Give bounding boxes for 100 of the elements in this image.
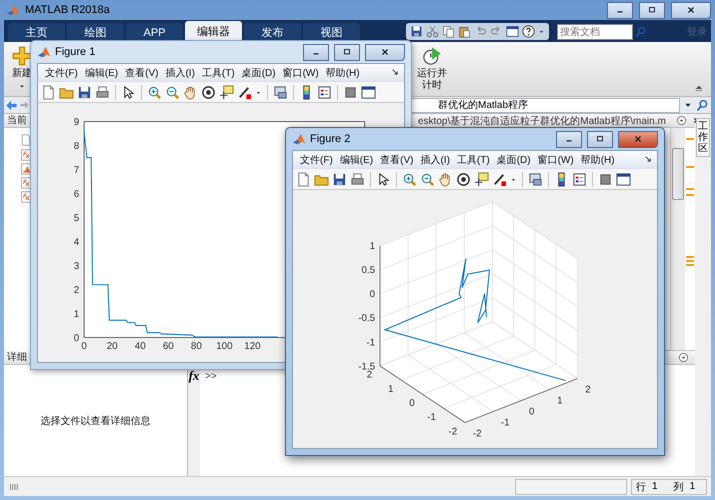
menu-item[interactable]: 编辑(E) [336, 152, 376, 166]
close-button[interactable] [365, 44, 405, 60]
save-icon[interactable] [410, 25, 423, 38]
tick-label: 0.5 [362, 265, 376, 276]
run-and-time-button[interactable]: 运行并计时 [417, 46, 447, 92]
tick-label: 80 [190, 341, 202, 352]
search-icon[interactable] [696, 98, 709, 112]
new-file-icon[interactable] [296, 172, 311, 186]
brush-icon[interactable] [492, 172, 507, 186]
maximize-icon [595, 134, 605, 144]
tick-label: -1 [500, 417, 510, 428]
menu-item[interactable]: 桌面(D) [238, 66, 279, 80]
menu-item[interactable]: 帮助(H) [322, 66, 363, 80]
window-icon[interactable] [506, 25, 519, 38]
copy-icon[interactable] [442, 25, 455, 38]
peak-logo-icon [292, 132, 306, 146]
menu-item[interactable]: 工具(T) [454, 152, 493, 166]
menu-item[interactable]: 工具(T) [198, 66, 238, 80]
close-button[interactable] [671, 2, 711, 18]
tick-label: 1 [388, 384, 394, 395]
rotate-icon[interactable] [201, 84, 216, 100]
menu-item[interactable]: 窗口(W) [534, 152, 577, 166]
help-icon[interactable] [522, 25, 535, 38]
save-icon[interactable] [77, 84, 92, 100]
paste-icon[interactable] [458, 25, 471, 38]
tick-label: -1 [427, 412, 436, 424]
tick-label: 4 [74, 236, 80, 248]
function-file-icon[interactable] [20, 177, 32, 189]
brush-icon[interactable] [237, 84, 252, 100]
circle-caret-icon[interactable] [676, 115, 687, 126]
figure-file-icon[interactable] [20, 163, 32, 175]
tick-label: -0.5 [358, 313, 376, 324]
zoom-in-icon[interactable] [402, 172, 417, 186]
minimize-button[interactable] [303, 44, 329, 60]
save-icon[interactable] [332, 172, 347, 186]
function-file-icon[interactable] [20, 191, 32, 203]
collapse-icon[interactable] [693, 83, 705, 93]
linked-plot-icon[interactable] [273, 84, 288, 100]
close-icon [633, 134, 643, 144]
tick-label: 2 [585, 384, 591, 396]
menu-item[interactable]: 编辑(E) [82, 66, 122, 80]
data-cursor-icon[interactable] [474, 172, 489, 186]
close-button[interactable] [618, 130, 658, 148]
maximize-button[interactable] [334, 44, 360, 60]
close-icon [380, 47, 390, 57]
column-number: 1 [690, 481, 696, 492]
rotate-icon[interactable] [456, 172, 471, 186]
legend-icon[interactable] [572, 172, 587, 186]
maximize-button[interactable] [639, 2, 665, 18]
minimize-button[interactable] [556, 130, 582, 148]
tick-label: 0 [81, 341, 87, 352]
zoom-out-icon[interactable] [165, 84, 180, 100]
square-icon[interactable] [343, 84, 358, 100]
printer-icon[interactable] [95, 84, 110, 100]
details-message: 选择文件以查看详细信息 [40, 414, 150, 428]
menu-item[interactable]: 文件(F) [297, 152, 336, 166]
menu-item[interactable]: 桌面(D) [494, 152, 534, 166]
scrollbar[interactable] [670, 128, 685, 350]
new-file-icon[interactable] [41, 84, 56, 100]
menu-item[interactable]: 查看(V) [122, 66, 162, 80]
tick-label: -2 [448, 426, 458, 438]
zoom-in-icon[interactable] [147, 84, 162, 100]
circle-caret-icon[interactable] [678, 352, 689, 363]
dock-arrow-icon[interactable] [644, 155, 653, 164]
menu-item[interactable]: 文件(F) [42, 66, 81, 80]
menu-item[interactable]: 插入(I) [162, 66, 198, 80]
dock-arrow-icon[interactable] [391, 68, 400, 77]
tick-label: 0 [409, 398, 415, 409]
legend-icon[interactable] [317, 84, 332, 100]
tick-label: 3 [74, 260, 80, 272]
workspace-tab[interactable]: 工作区 [696, 118, 710, 157]
minimize-button[interactable] [607, 2, 633, 18]
maximize-icon [647, 5, 657, 15]
tick-label: 0 [529, 406, 534, 418]
search-field[interactable]: 搜索文档 [557, 24, 633, 40]
tick-label: 2 [366, 370, 372, 381]
menu-item[interactable]: 窗口(W) [280, 66, 322, 80]
maximize-icon [342, 47, 352, 57]
menu-item[interactable]: 插入(I) [417, 152, 453, 166]
window-icon[interactable] [616, 172, 631, 186]
tick-label: 9 [74, 117, 80, 128]
back-arrow-icon[interactable] [6, 100, 17, 110]
tick-label: 40 [134, 341, 146, 352]
function-button[interactable]: fx [188, 368, 200, 384]
window-title: Figure 1 [55, 46, 96, 58]
printer-icon[interactable] [350, 172, 365, 186]
scissors-icon[interactable] [426, 25, 439, 38]
window-icon[interactable] [361, 84, 376, 100]
function-file-icon[interactable] [20, 149, 32, 161]
menu-item[interactable]: 查看(V) [377, 152, 416, 166]
ribbon-tab[interactable]: 主页 [8, 23, 65, 42]
maximize-button[interactable] [587, 130, 613, 148]
square-icon[interactable] [598, 172, 613, 186]
menu-item[interactable]: 帮助(H) [578, 152, 618, 166]
zoom-out-icon[interactable] [420, 172, 435, 186]
row-label: 行 [636, 480, 646, 494]
ribbon-tab[interactable]: 编辑器 [185, 21, 242, 42]
tick-label: 0 [74, 332, 80, 344]
data-cursor-icon[interactable] [219, 84, 234, 100]
linked-plot-icon[interactable] [528, 172, 543, 186]
